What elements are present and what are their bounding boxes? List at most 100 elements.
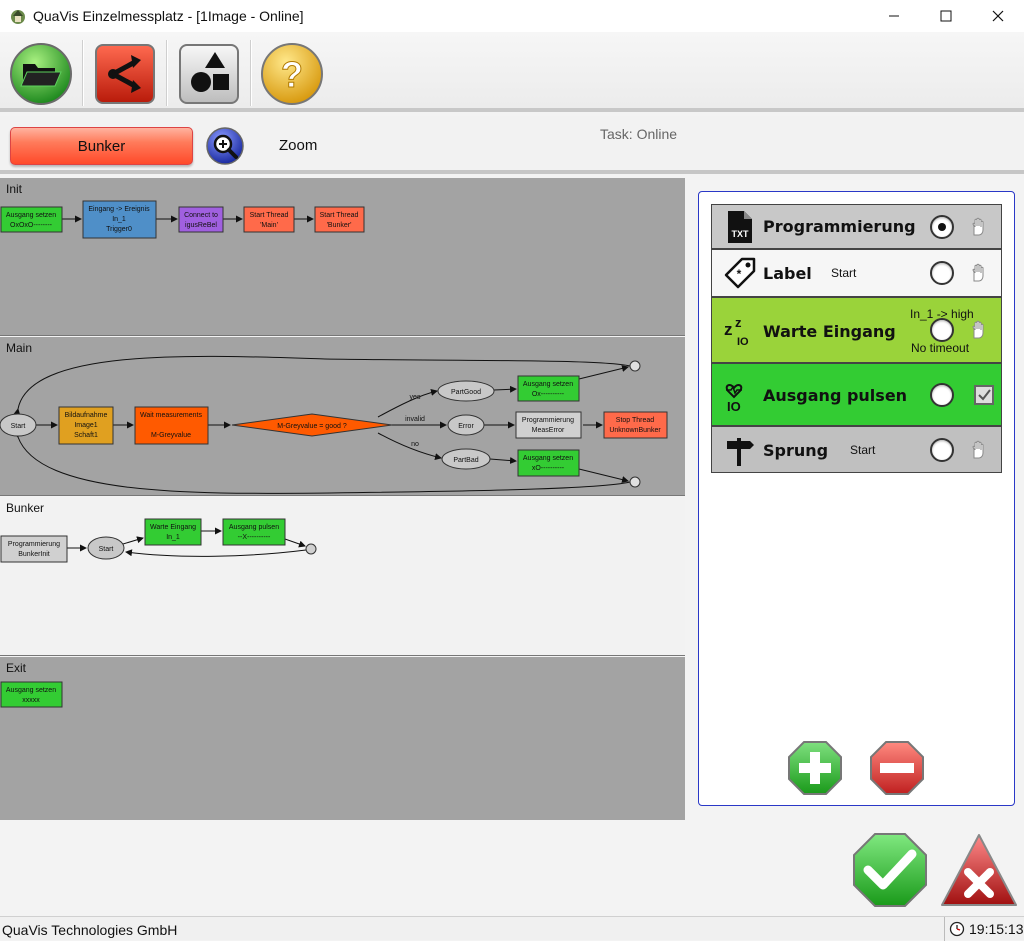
mode-bar: Bunker Zoom Task: Online: [0, 116, 1024, 174]
flow-branch-icon[interactable]: [93, 42, 157, 106]
svg-text:PartGood: PartGood: [451, 389, 481, 396]
task-status: Task: Online: [600, 126, 678, 142]
clock-icon: [949, 921, 965, 937]
init-node-input-event[interactable]: Eingang -> Ereignis In_1 Trigger0: [82, 200, 157, 239]
bunker-node-wait-input[interactable]: Warte Eingang In_1: [144, 518, 202, 546]
hand-drag-icon[interactable]: [968, 263, 988, 283]
step-name: Programmierung: [763, 217, 916, 236]
clock: 19:15:13: [944, 917, 1024, 941]
svg-text:Start Thread: Start Thread: [250, 212, 289, 219]
svg-text:IO: IO: [727, 399, 741, 414]
svg-text:Ausgang setzen: Ausgang setzen: [523, 455, 573, 462]
svg-text:M-Greyvalue = good ?: M-Greyvalue = good ?: [277, 423, 347, 430]
exit-flow-diagram: Ausgang setzen xxxxx: [0, 681, 63, 708]
step-item-ausgang-pulsen[interactable]: IO Ausgang pulsen: [711, 363, 1002, 426]
add-step-icon[interactable]: [787, 740, 843, 796]
step-radio-sprung[interactable]: [930, 438, 954, 462]
remove-step-icon[interactable]: [869, 740, 925, 796]
company-name: QuaVis Technologies GmbH: [2, 922, 178, 938]
step-item-label[interactable]: * Label Start: [711, 249, 1002, 297]
svg-text:Programmierung: Programmierung: [522, 417, 574, 424]
hand-drag-icon[interactable]: [968, 320, 988, 340]
svg-text:Error: Error: [458, 423, 474, 430]
exit-node-output[interactable]: Ausgang setzen xxxxx: [0, 681, 63, 708]
main-node-wait-measurements[interactable]: Wait measurements M-Greyvalue: [134, 406, 209, 445]
svg-text:xO----------: xO----------: [532, 465, 565, 472]
status-bar: QuaVis Technologies GmbH 19:15:13: [0, 916, 1024, 941]
bunker-node-programming[interactable]: Programmierung BunkerInit: [0, 535, 68, 563]
step-name: Sprung: [763, 441, 829, 460]
main-node-error[interactable]: Error: [447, 414, 485, 436]
svg-text:xxxxx: xxxxx: [22, 697, 40, 704]
svg-text:TXT: TXT: [732, 229, 750, 239]
step-radio-label[interactable]: [930, 261, 954, 285]
section-exit: Exit Ausgang setzen xxxxx: [0, 657, 685, 820]
step-radio-warte-eingang[interactable]: [930, 318, 954, 342]
clock-time: 19:15:13: [969, 921, 1024, 937]
svg-text:Start: Start: [99, 546, 114, 553]
svg-text:MeasError: MeasError: [532, 427, 565, 434]
svg-text:Start: Start: [11, 423, 26, 430]
pulse-io-icon: IO: [725, 384, 743, 414]
svg-text:'Bunker': 'Bunker': [327, 222, 352, 229]
svg-text:Connect to: Connect to: [184, 212, 218, 219]
main-toolbar: ?: [0, 32, 1024, 112]
hand-drag-icon[interactable]: [968, 440, 988, 460]
bunker-node-output-pulse[interactable]: Ausgang pulsen --X----------: [222, 518, 286, 546]
svg-text:Start Thread: Start Thread: [320, 212, 359, 219]
txt-file-icon: TXT: [728, 211, 752, 243]
svg-text:Ox----------: Ox----------: [532, 391, 565, 398]
shapes-icon[interactable]: [177, 42, 241, 106]
zoom-label: Zoom: [279, 137, 318, 154]
init-flow-diagram: Ausgang setzen OxOxO-------- Eingang -> …: [0, 200, 365, 239]
step-name: Warte Eingang: [763, 322, 896, 341]
main-node-programming-error[interactable]: Programmierung MeasError: [515, 411, 582, 439]
main-node-image-capture[interactable]: Bildaufnahme Image1 Schaft1: [58, 406, 114, 445]
init-node-output[interactable]: Ausgang setzen OxOxO--------: [0, 206, 63, 233]
step-radio-programmierung[interactable]: [930, 215, 954, 239]
flow-canvas: Init Ausgang setzen OxOxO-------- Eingan…: [0, 178, 685, 820]
svg-text:igusReBel: igusReBel: [185, 222, 217, 229]
main-node-output-bad[interactable]: Ausgang setzen xO----------: [517, 449, 580, 477]
confirm-checkmark-icon[interactable]: [852, 832, 928, 908]
hand-drag-icon[interactable]: [968, 217, 988, 237]
step-item-sprung[interactable]: Sprung Start: [711, 426, 1002, 473]
folder-open-icon[interactable]: [9, 42, 73, 106]
step-checkbox-ausgang-pulsen[interactable]: [974, 385, 994, 405]
close-button[interactable]: [972, 0, 1024, 32]
step-detail: Start: [850, 443, 876, 457]
step-detail: Start: [831, 266, 857, 280]
svg-text:In_1: In_1: [166, 534, 180, 541]
toolbar-separator: [250, 40, 252, 106]
step-item-warte-eingang[interactable]: z z IO Warte Eingang In_1 -> high No tim…: [711, 297, 1002, 363]
svg-text:z: z: [724, 320, 733, 339]
svg-text:?: ?: [281, 54, 303, 95]
main-node-output-good[interactable]: Ausgang setzen Ox----------: [517, 375, 580, 402]
main-node-stop-thread[interactable]: Stop Thread UnknownBunker: [603, 411, 668, 439]
main-node-decision[interactable]: M-Greyvalue = good ?: [231, 413, 393, 437]
step-name: Ausgang pulsen: [763, 386, 908, 405]
svg-text:Ausgang setzen: Ausgang setzen: [6, 687, 56, 694]
zoom-icon[interactable]: [205, 126, 245, 166]
step-radio-ausgang-pulsen[interactable]: [930, 383, 954, 407]
help-icon[interactable]: ?: [260, 42, 324, 106]
main-node-part-bad[interactable]: PartBad: [441, 448, 491, 470]
step-detail-timeout: No timeout: [911, 341, 970, 355]
init-node-start-main[interactable]: Start Thread 'Main': [243, 206, 295, 233]
svg-text:*: *: [737, 267, 742, 281]
minimize-button[interactable]: [868, 0, 920, 32]
svg-text:Trigger0: Trigger0: [106, 226, 132, 233]
bunker-node-start[interactable]: Start: [87, 536, 125, 560]
window-title: QuaVis Einzelmessplatz - [1Image - Onlin…: [33, 8, 304, 24]
svg-text:Bildaufnahme: Bildaufnahme: [65, 412, 108, 419]
init-node-start-bunker[interactable]: Start Thread 'Bunker': [314, 206, 365, 233]
bunker-button[interactable]: Bunker: [10, 127, 193, 165]
step-item-programmierung[interactable]: TXT Programmierung: [711, 204, 1002, 249]
main-node-start[interactable]: Start: [0, 413, 37, 437]
cancel-x-icon[interactable]: [940, 832, 1018, 908]
main-node-part-good[interactable]: PartGood: [437, 380, 495, 402]
init-node-connect[interactable]: Connect to igusReBel: [178, 206, 224, 233]
maximize-button[interactable]: [920, 0, 972, 32]
maximize-icon: [940, 10, 952, 22]
edge-label-yes: yes: [410, 394, 421, 401]
